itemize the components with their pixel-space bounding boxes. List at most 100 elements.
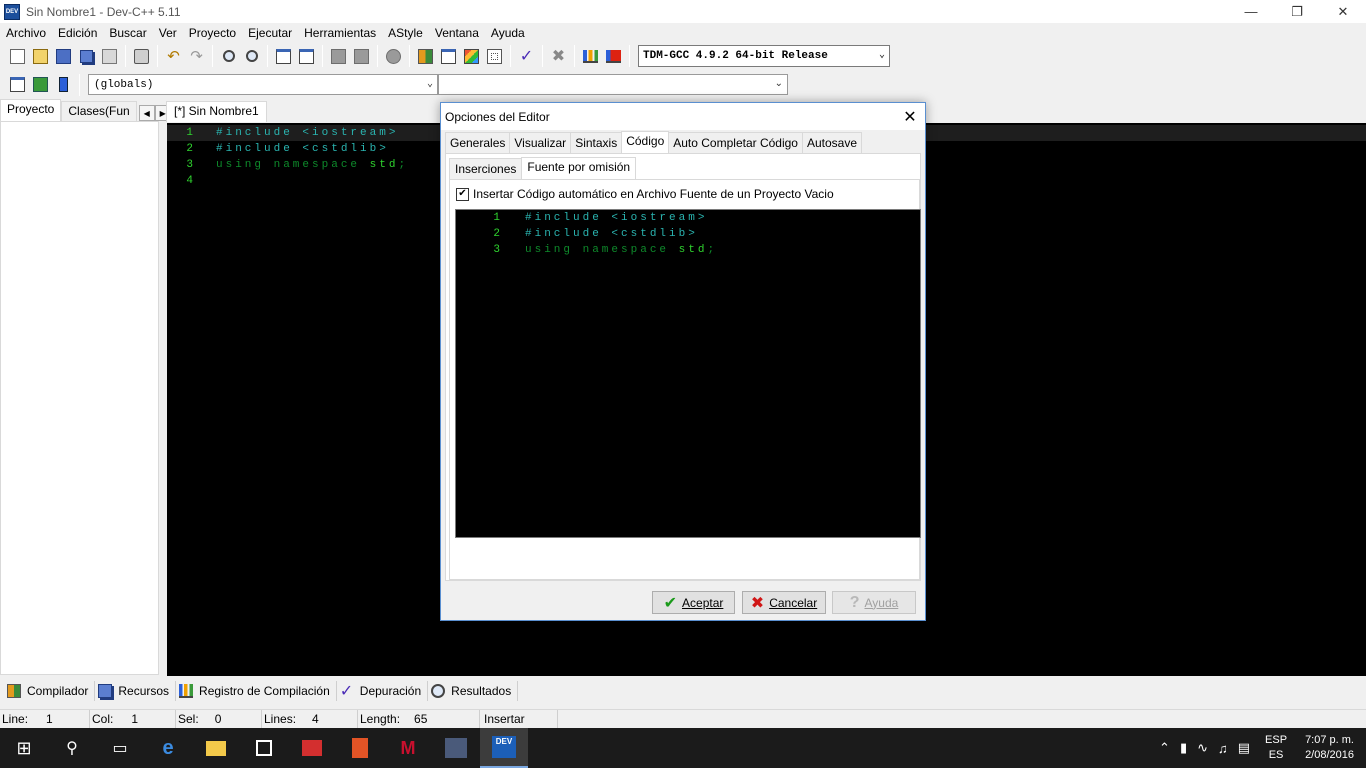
menu-ayuda[interactable]: Ayuda xyxy=(485,26,531,40)
insert-default-code-row[interactable]: ✔ Insertar Código automático en Archivo … xyxy=(456,187,834,201)
maximize-button[interactable]: ❐ xyxy=(1274,0,1320,23)
delete-profile-button[interactable] xyxy=(602,45,625,67)
taskbar-edge[interactable]: e xyxy=(144,728,192,768)
code-line[interactable]: 1 #include <iostream> xyxy=(456,210,707,226)
new-file-button[interactable] xyxy=(6,45,29,67)
toolbar-separator xyxy=(79,73,80,96)
subtab-inserciones[interactable]: Inserciones xyxy=(449,158,523,179)
clock[interactable]: 7:07 p. m. 2/08/2016 xyxy=(1305,733,1354,763)
start-button[interactable]: ⊞ xyxy=(0,728,48,768)
save-button[interactable] xyxy=(52,45,75,67)
menu-astyle[interactable]: AStyle xyxy=(382,26,429,40)
status-insert-mode: Insertar xyxy=(480,709,558,729)
taskbar-mcafee[interactable]: M xyxy=(384,728,432,768)
class-toolbar: (globals) ⌄ ⌄ xyxy=(0,71,1366,98)
notifications-icon[interactable]: ▤ xyxy=(1238,740,1250,756)
tab-sintaxis[interactable]: Sintaxis xyxy=(570,132,623,153)
insert-default-code-checkbox[interactable]: ✔ xyxy=(456,187,469,201)
tab-autosave[interactable]: Autosave xyxy=(801,132,863,153)
save-all-button[interactable] xyxy=(75,45,98,67)
taskbar-store[interactable] xyxy=(240,728,288,768)
tab-clases[interactable]: Clases(Fun xyxy=(61,101,137,121)
undo-button[interactable]: ↶ xyxy=(162,45,185,67)
menu-proyecto[interactable]: Proyecto xyxy=(183,26,242,40)
profile-button[interactable] xyxy=(579,45,602,67)
project-tree[interactable] xyxy=(0,121,159,675)
volume-icon[interactable]: ♫ xyxy=(1218,741,1228,756)
default-source-editor[interactable]: 1 #include <iostream> 2 #include <cstdlib> 3… xyxy=(455,209,921,538)
find-button[interactable] xyxy=(217,45,240,67)
add-to-project-button[interactable] xyxy=(29,74,52,96)
toolbar-separator xyxy=(157,45,158,67)
scope-select-value: (globals) xyxy=(94,78,154,91)
status-lines: Lines: 4 xyxy=(262,709,358,729)
goto-function-icon xyxy=(299,48,314,64)
tab-auto-completar[interactable]: Auto Completar Código xyxy=(668,132,803,153)
dialog-close-button[interactable]: ✕ xyxy=(895,103,925,130)
language-indicator[interactable]: ESP ES xyxy=(1265,733,1287,763)
tab-proyecto[interactable]: Proyecto xyxy=(0,99,62,121)
code-token: ; xyxy=(707,244,718,256)
code-line[interactable]: 2 #include <cstdlib> xyxy=(456,226,698,242)
menu-archivo[interactable]: Archivo xyxy=(0,26,52,40)
redo-button[interactable]: ↷ xyxy=(185,45,208,67)
taskbar-app[interactable] xyxy=(432,728,480,768)
status-bar: Line: 1 Col: 1 Sel: 0 Lines: 4 Length: 65 Ins… xyxy=(0,709,1366,729)
tab-codigo[interactable]: Código xyxy=(621,131,670,153)
dialog-title-bar: Opciones del Editor ✕ xyxy=(441,103,925,130)
scope-select[interactable]: (globals) ⌄ xyxy=(88,74,438,95)
tab-depuracion[interactable]: ✓ Depuración xyxy=(337,681,429,701)
menu-ver[interactable]: Ver xyxy=(153,26,183,40)
editor-tab-sin-nombre1[interactable]: [*] Sin Nombre1 xyxy=(166,101,267,122)
compile-run-button[interactable] xyxy=(460,45,483,67)
goto-function-button[interactable] xyxy=(295,45,318,67)
taskbar-explorer[interactable] xyxy=(192,728,240,768)
close-file-button[interactable] xyxy=(98,45,121,67)
symbol-select[interactable]: ⌄ xyxy=(438,74,788,95)
taskbar-devcpp[interactable]: DEV xyxy=(480,728,528,768)
open-file-button[interactable] xyxy=(29,45,52,67)
taskbar-office[interactable] xyxy=(336,728,384,768)
tab-resultados[interactable]: Resultados xyxy=(428,681,519,701)
toolbar-separator xyxy=(377,45,378,67)
menu-ventana[interactable]: Ventana xyxy=(429,26,485,40)
cancelar-button[interactable]: ✖ Cancelar xyxy=(742,591,826,614)
tab-visualizar[interactable]: Visualizar xyxy=(509,132,572,153)
run-button[interactable] xyxy=(437,45,460,67)
compiler-select[interactable]: TDM-GCC 4.9.2 64-bit Release ⌄ xyxy=(638,45,890,67)
search-button[interactable]: ⚲ xyxy=(48,728,96,768)
battery-icon[interactable]: ▮ xyxy=(1180,740,1187,756)
unindent-icon xyxy=(354,48,369,64)
tab-compilador[interactable]: Compilador xyxy=(4,681,96,701)
remove-from-project-button[interactable] xyxy=(52,74,75,96)
tab-recursos[interactable]: Recursos xyxy=(95,681,177,701)
tab-generales[interactable]: Generales xyxy=(445,132,511,153)
compile-button[interactable] xyxy=(414,45,437,67)
checkmark-icon: ✔ xyxy=(663,594,678,612)
menu-edicion[interactable]: Edición xyxy=(52,26,103,40)
aceptar-button[interactable]: ✔ Aceptar xyxy=(652,591,735,614)
line-number: 1 xyxy=(186,127,193,139)
minimize-button[interactable]: — xyxy=(1228,0,1274,23)
subtab-fuente-por-omision[interactable]: Fuente por omisión xyxy=(521,157,637,179)
tab-registro-compilacion[interactable]: Registro de Compilación xyxy=(176,681,337,701)
rebuild-button[interactable] xyxy=(483,45,506,67)
close-button[interactable]: ✕ xyxy=(1320,0,1366,23)
chevron-up-icon[interactable]: ⌃ xyxy=(1159,740,1170,756)
print-button[interactable] xyxy=(130,45,153,67)
goto-line-button[interactable] xyxy=(272,45,295,67)
taskbar-reader[interactable] xyxy=(288,728,336,768)
task-view-button[interactable]: ▭ xyxy=(96,728,144,768)
code-text: #include <cstdlib> xyxy=(216,143,389,155)
replace-button[interactable] xyxy=(240,45,263,67)
menu-buscar[interactable]: Buscar xyxy=(103,26,152,40)
scroll-left-icon[interactable]: ◀ xyxy=(138,105,155,121)
dialog-title: Opciones del Editor xyxy=(445,109,550,124)
debug-button[interactable]: ✓ xyxy=(515,45,538,67)
code-line[interactable]: 3 using namespace std; xyxy=(456,242,717,258)
menu-herramientas[interactable]: Herramientas xyxy=(298,26,382,40)
indent-button xyxy=(327,45,350,67)
menu-ejecutar[interactable]: Ejecutar xyxy=(242,26,298,40)
new-project-button[interactable] xyxy=(6,74,29,96)
wifi-icon[interactable]: ∿ xyxy=(1197,740,1208,756)
